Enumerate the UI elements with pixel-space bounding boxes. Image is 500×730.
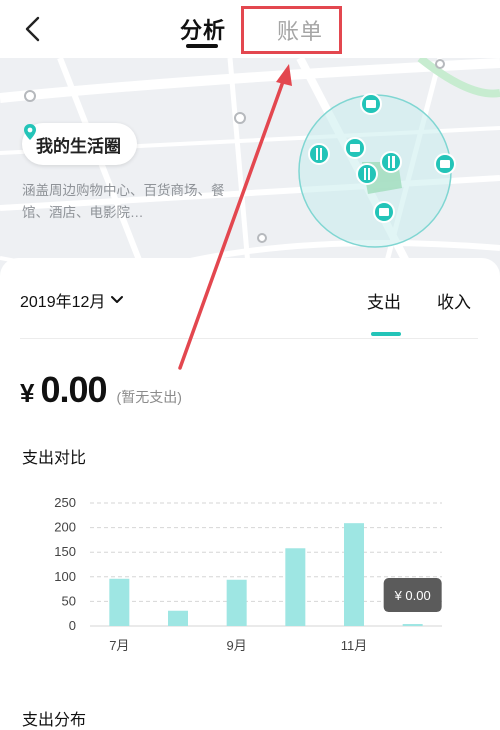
restaurant-icon[interactable]	[356, 163, 378, 185]
life-circle-title: 我的生活圈	[36, 136, 121, 156]
y-tick-label: 100	[54, 569, 76, 584]
map-poi-layer	[308, 93, 456, 223]
y-tick-label: 50	[62, 593, 76, 608]
x-tick-label: 9月	[227, 638, 247, 653]
x-tick-label: 11月	[341, 638, 368, 653]
restaurant-icon[interactable]	[308, 143, 330, 165]
distribution-title: 支出分布	[22, 712, 87, 729]
tab-analysis-indicator	[186, 44, 218, 48]
life-circle-description: 涵盖周边购物中心、百货商场、餐馆、酒店、电影院…	[22, 183, 225, 220]
shopping-bag-icon[interactable]	[344, 137, 366, 159]
y-tick-label: 250	[54, 495, 76, 510]
x-tick-label: 7月	[109, 638, 129, 653]
tab-analysis[interactable]: 分析	[180, 13, 226, 45]
life-circle-button[interactable]: 我的生活圈	[22, 123, 137, 165]
shopping-bag-icon[interactable]	[360, 93, 382, 115]
y-tick-label: 200	[54, 520, 76, 535]
tab-bill[interactable]: 账单	[277, 14, 323, 46]
y-tick-label: 150	[54, 544, 76, 559]
shopping-bag-icon[interactable]	[434, 153, 456, 175]
location-pin-icon	[24, 124, 36, 140]
chart-bar[interactable]	[168, 610, 188, 626]
y-tick-label: 0	[69, 618, 76, 633]
chart-bar[interactable]	[109, 578, 130, 626]
chart-bar[interactable]	[285, 548, 306, 626]
hotel-icon[interactable]	[380, 151, 402, 173]
life-circle-map[interactable]: 我的生活圈 涵盖周边购物中心、百货商场、餐馆、酒店、电影院…	[0, 58, 500, 288]
expense-card: 2019年12月 支出 收入 ¥ 0.00 (暂无支出) 支出对比 0 50 100…	[0, 258, 500, 729]
back-chevron-icon[interactable]	[18, 14, 48, 44]
expense-bar-chart: 0 50 100 150 200 250 7月 9月 11月 ¥ 0.00	[54, 495, 442, 653]
chart-bar[interactable]	[402, 624, 423, 626]
top-bar: 分析 账单	[0, 0, 500, 58]
shopping-bag-icon[interactable]	[373, 201, 395, 223]
chart-bar[interactable]	[226, 579, 247, 626]
chart-bar[interactable]	[344, 523, 364, 626]
chart-tooltip-text: ¥ 0.00	[394, 588, 431, 603]
